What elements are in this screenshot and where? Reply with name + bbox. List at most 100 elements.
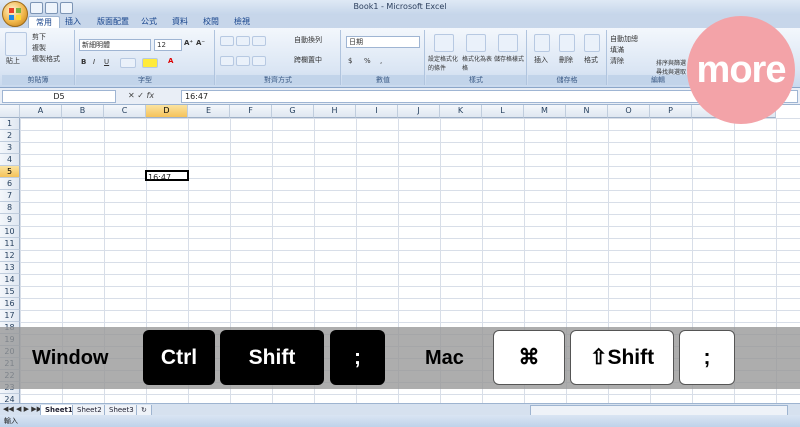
- column-header-L[interactable]: L: [482, 105, 524, 118]
- row-header-14[interactable]: 14: [0, 274, 20, 286]
- tab-page-layout[interactable]: 版面配置: [90, 16, 136, 27]
- ribbon: 貼上 剪下 複製 複製格式 剪貼簿 新細明體 12 A⁺ A⁻ B I U A …: [0, 28, 800, 88]
- column-header-K[interactable]: K: [440, 105, 482, 118]
- shrink-font-icon[interactable]: A⁻: [196, 39, 205, 48]
- row-header-12[interactable]: 12: [0, 250, 20, 262]
- format-table-icon[interactable]: [466, 34, 486, 52]
- fill-color-icon[interactable]: [142, 58, 158, 68]
- more-badge[interactable]: more: [687, 16, 795, 124]
- tab-view[interactable]: 檢視: [227, 16, 257, 27]
- align-left-icon[interactable]: [220, 56, 234, 66]
- row-header-6[interactable]: 6: [0, 178, 20, 190]
- row-header-15[interactable]: 15: [0, 286, 20, 298]
- column-header-E[interactable]: E: [188, 105, 230, 118]
- row-header-1[interactable]: 1: [0, 118, 20, 130]
- column-header-O[interactable]: O: [608, 105, 650, 118]
- clear-button[interactable]: 清除: [610, 57, 624, 66]
- format-painter-button[interactable]: 複製格式: [32, 55, 60, 64]
- delete-cells-icon[interactable]: [559, 34, 575, 52]
- delete-button[interactable]: 刪除: [559, 56, 573, 65]
- font-color-icon[interactable]: A: [168, 57, 173, 66]
- column-header-I[interactable]: I: [356, 105, 398, 118]
- row-header-17[interactable]: 17: [0, 310, 20, 322]
- align-center-icon[interactable]: [236, 56, 250, 66]
- sort-filter-button[interactable]: 排序與篩選: [656, 59, 686, 68]
- name-box[interactable]: D5: [2, 90, 116, 103]
- column-header-D[interactable]: D: [146, 105, 188, 118]
- format-cells-icon[interactable]: [584, 34, 600, 52]
- row-header-7[interactable]: 7: [0, 190, 20, 202]
- bold-icon[interactable]: B: [81, 58, 86, 67]
- tab-home[interactable]: 常用: [28, 16, 60, 28]
- row-header-8[interactable]: 8: [0, 202, 20, 214]
- formula-bar: D5 ✕ ✓ fx 16:47: [0, 88, 800, 105]
- wrap-text-button[interactable]: 自動換列: [294, 36, 322, 45]
- tab-review[interactable]: 校閱: [196, 16, 226, 27]
- format-button[interactable]: 格式: [584, 56, 598, 65]
- row-header-24[interactable]: 24: [0, 394, 20, 403]
- active-cell-D5[interactable]: 16:47: [145, 170, 189, 182]
- row-header-10[interactable]: 10: [0, 226, 20, 238]
- conditional-format-button[interactable]: 設定格式化的條件: [428, 55, 460, 73]
- row-header-16[interactable]: 16: [0, 298, 20, 310]
- font-size-select[interactable]: 12: [154, 39, 182, 51]
- percent-icon[interactable]: %: [364, 57, 371, 66]
- column-header-F[interactable]: F: [230, 105, 272, 118]
- tab-data[interactable]: 資料: [165, 16, 195, 27]
- comma-icon[interactable]: ,: [380, 57, 382, 66]
- align-bottom-icon[interactable]: [252, 36, 266, 46]
- border-icon[interactable]: [120, 58, 136, 68]
- office-button[interactable]: [2, 1, 28, 27]
- office-logo-icon: [9, 8, 21, 20]
- align-right-icon[interactable]: [252, 56, 266, 66]
- italic-icon[interactable]: I: [93, 58, 95, 67]
- sheet-nav-icon[interactable]: ◀◀ ◀ ▶ ▶▶: [3, 405, 42, 414]
- fill-button[interactable]: 填滿: [610, 46, 624, 55]
- column-header-N[interactable]: N: [566, 105, 608, 118]
- cell-styles-icon[interactable]: [498, 34, 518, 52]
- column-header-C[interactable]: C: [104, 105, 146, 118]
- column-header-P[interactable]: P: [650, 105, 692, 118]
- row-header-9[interactable]: 9: [0, 214, 20, 226]
- tab-insert[interactable]: 插入: [58, 16, 88, 27]
- number-format-select[interactable]: 日期: [346, 36, 420, 48]
- tab-formulas[interactable]: 公式: [134, 16, 164, 27]
- window-title: Book1 - Microsoft Excel: [353, 2, 447, 11]
- paste-button[interactable]: 貼上: [6, 57, 20, 66]
- merge-center-button[interactable]: 跨欄置中: [294, 56, 322, 65]
- column-header-J[interactable]: J: [398, 105, 440, 118]
- conditional-format-icon[interactable]: [434, 34, 454, 52]
- select-all-corner[interactable]: [0, 105, 20, 118]
- insert-function-icon[interactable]: fx: [147, 91, 155, 100]
- insert-button[interactable]: 插入: [534, 56, 548, 65]
- font-name-select[interactable]: 新細明體: [79, 39, 151, 51]
- key-mac-semicolon: ;: [679, 330, 735, 385]
- grow-font-icon[interactable]: A⁺: [184, 39, 193, 48]
- row-header-11[interactable]: 11: [0, 238, 20, 250]
- align-top-icon[interactable]: [220, 36, 234, 46]
- cell-styles-button[interactable]: 儲存格樣式: [494, 55, 524, 64]
- row-header-3[interactable]: 3: [0, 142, 20, 154]
- column-header-M[interactable]: M: [524, 105, 566, 118]
- align-middle-icon[interactable]: [236, 36, 250, 46]
- row-header-5[interactable]: 5: [0, 166, 20, 178]
- autosum-button[interactable]: 自動加總: [610, 35, 638, 44]
- format-table-button[interactable]: 格式化為表格: [462, 55, 492, 73]
- paste-icon[interactable]: [5, 32, 27, 56]
- insert-cells-icon[interactable]: [534, 34, 550, 52]
- key-semicolon: ;: [330, 330, 385, 385]
- row-header-2[interactable]: 2: [0, 130, 20, 142]
- cut-button[interactable]: 剪下: [32, 33, 46, 42]
- column-header-B[interactable]: B: [62, 105, 104, 118]
- currency-icon[interactable]: $: [348, 57, 352, 66]
- cancel-icon[interactable]: ✕: [128, 91, 135, 100]
- copy-button[interactable]: 複製: [32, 44, 46, 53]
- row-header-13[interactable]: 13: [0, 262, 20, 274]
- column-header-G[interactable]: G: [272, 105, 314, 118]
- underline-icon[interactable]: U: [104, 58, 109, 67]
- column-header-A[interactable]: A: [20, 105, 62, 118]
- enter-icon[interactable]: ✓: [137, 91, 144, 100]
- row-header-4[interactable]: 4: [0, 154, 20, 166]
- column-header-H[interactable]: H: [314, 105, 356, 118]
- ribbon-tabs: 常用 插入 版面配置 公式 資料 校閱 檢視: [0, 15, 800, 28]
